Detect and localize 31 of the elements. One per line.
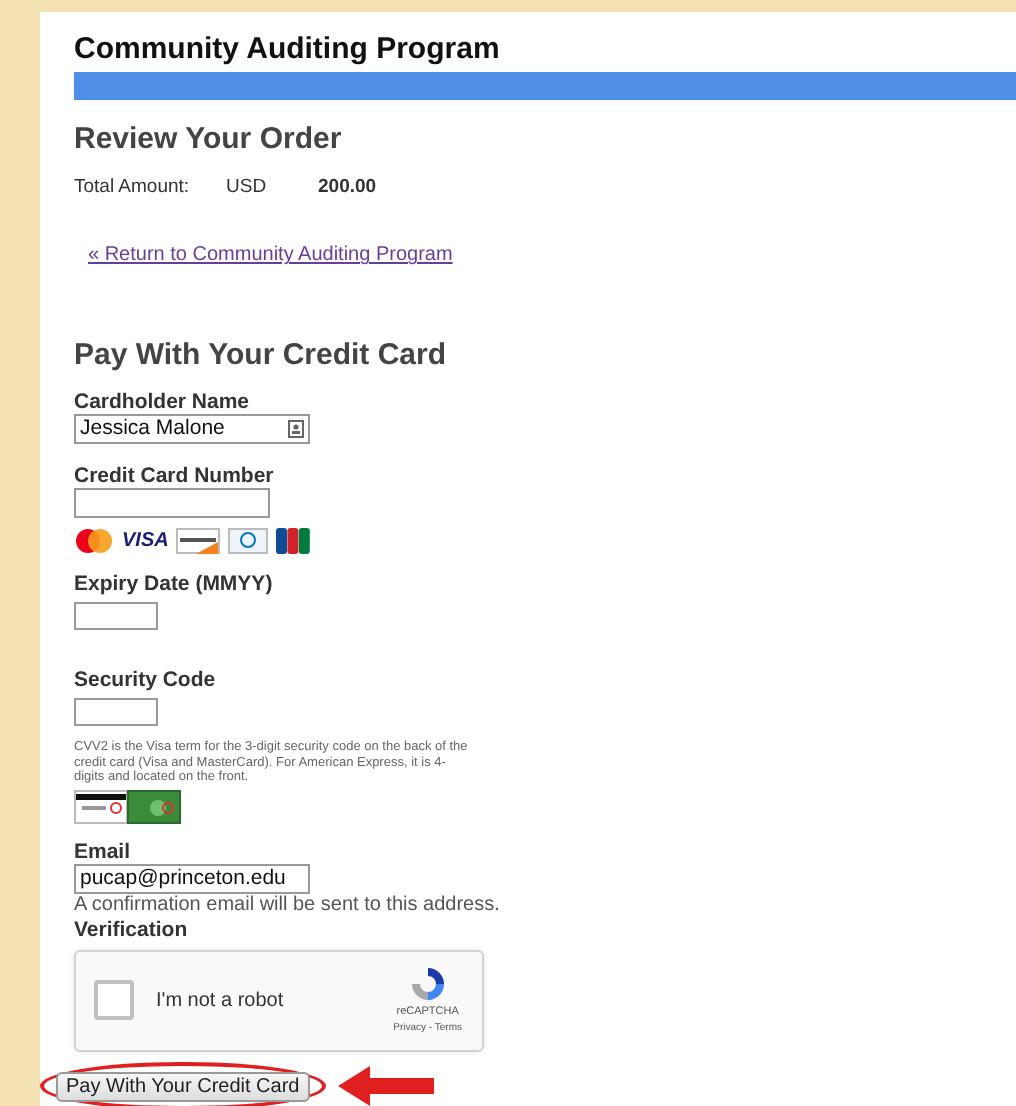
total-amount: 200.00 [318, 174, 377, 202]
total-label: Total Amount: [74, 174, 192, 202]
pay-button[interactable]: Pay With Your Credit Card [56, 1071, 310, 1102]
section-heading: Pay With Your Credit Card [74, 338, 449, 375]
field-label: Email [74, 839, 133, 864]
email-note: A confirmation email will be sent to this address. [74, 893, 502, 918]
diners-club-logo-icon [228, 528, 269, 555]
visa-logo: VISA [122, 528, 169, 557]
discover-logo-icon [176, 528, 221, 555]
email-field[interactable]: pucap@princeton.edu [74, 863, 310, 894]
pointer-arrow-icon [337, 1066, 434, 1106]
field-label: Verification [74, 917, 190, 942]
captcha-checkbox[interactable] [94, 980, 134, 1021]
field-label: Cardholder Name [74, 390, 252, 415]
captcha-label: I'm not a robot [156, 987, 286, 1016]
recaptcha-logo-icon [407, 964, 448, 1005]
field-label: Security Code [74, 668, 218, 693]
card-number-field[interactable] [74, 488, 270, 519]
jcb-logo-icon [276, 528, 311, 555]
field-label: Credit Card Number [74, 464, 276, 489]
cardholder-name-field[interactable]: Jessica Malone [74, 414, 310, 445]
page-title: Community Auditing Program [74, 32, 502, 68]
security-code-field[interactable] [74, 698, 158, 727]
return-link[interactable]: « Return to Community Auditing Program [88, 244, 453, 267]
card-security-code-drawing [74, 789, 182, 824]
field-label: Expiry Date (MMYY) [74, 572, 275, 597]
mastercard-logo-icon [74, 528, 114, 555]
currency: USD [226, 174, 269, 202]
contact-card-icon [288, 420, 304, 439]
section-heading: Review Your Order [74, 122, 344, 158]
expiry-date-field[interactable] [74, 602, 158, 631]
